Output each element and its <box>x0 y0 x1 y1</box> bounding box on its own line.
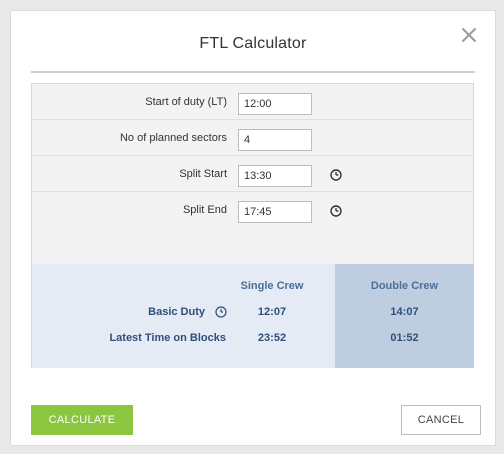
start-of-duty-input[interactable] <box>238 93 312 115</box>
start-of-duty-row: Start of duty (LT) <box>32 86 473 120</box>
split-start-label: Split Start <box>179 168 227 180</box>
latest-time-single-value: 23:52 <box>257 332 287 344</box>
double-crew-header: Double Crew <box>370 280 439 292</box>
close-icon[interactable] <box>459 25 479 45</box>
planned-sectors-label: No of planned sectors <box>119 132 227 144</box>
calculator-panel: Start of duty (LT) No of planned sectors… <box>31 83 474 368</box>
single-crew-header: Single Crew <box>240 280 304 292</box>
start-of-duty-label: Start of duty (LT) <box>145 96 227 108</box>
calculate-button[interactable]: CALCULATE <box>31 405 133 435</box>
results-section: Single Crew Double Crew Basic Duty 12:07… <box>32 264 474 368</box>
split-end-input[interactable] <box>238 201 312 223</box>
split-end-row: Split End <box>32 194 473 228</box>
cancel-button[interactable]: CANCEL <box>401 405 481 435</box>
latest-time-on-blocks-label: Latest Time on Blocks <box>109 332 226 344</box>
clock-icon[interactable] <box>330 205 342 217</box>
split-start-row: Split Start <box>32 158 473 192</box>
split-start-input[interactable] <box>238 165 312 187</box>
latest-time-double-value: 01:52 <box>390 332 419 344</box>
basic-duty-single-value: 12:07 <box>257 306 287 318</box>
basic-duty-double-value: 14:07 <box>390 306 419 318</box>
dialog-title: FTL Calculator <box>199 35 307 52</box>
planned-sectors-row: No of planned sectors <box>32 122 473 156</box>
header-divider <box>31 71 475 73</box>
info-icon[interactable] <box>215 306 227 318</box>
basic-duty-label: Basic Duty <box>148 306 205 318</box>
ftl-calculator-dialog: FTL Calculator Start of duty (LT) No of … <box>10 10 496 446</box>
clock-icon[interactable] <box>330 169 342 181</box>
split-end-label: Split End <box>182 204 227 216</box>
planned-sectors-input[interactable] <box>238 129 312 151</box>
